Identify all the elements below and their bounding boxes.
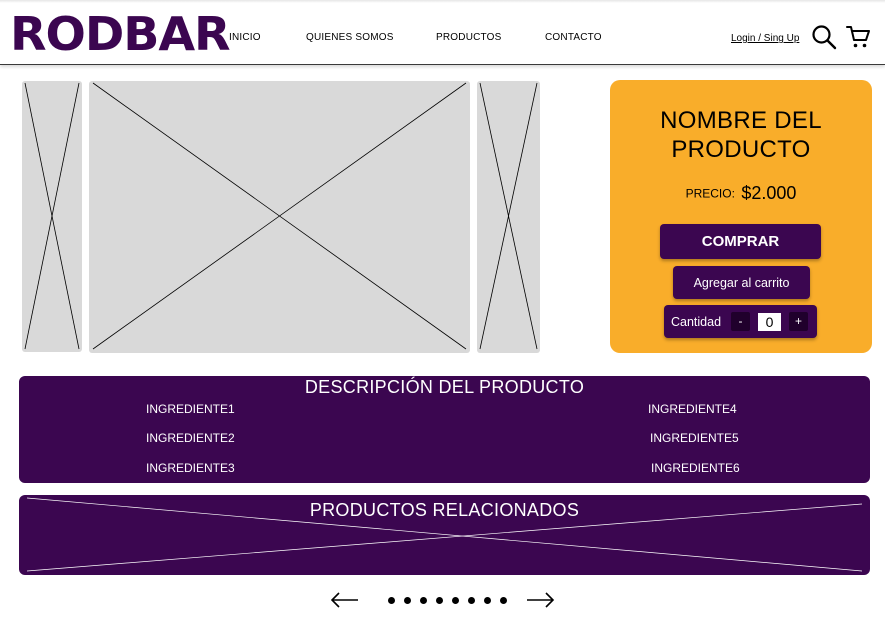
pagination-dots — [388, 597, 516, 605]
arrow-right-icon[interactable] — [525, 590, 555, 610]
pagination-dot[interactable] — [420, 597, 427, 604]
nav-productos[interactable]: PRODUCTOS — [436, 32, 502, 43]
quantity-label: Cantidad — [671, 315, 722, 329]
ingredient-item: INGREDIENTE2 — [146, 431, 235, 445]
header-top-shadow — [0, 0, 885, 3]
ingredient-item: INGREDIENTE6 — [651, 461, 740, 475]
quantity-stepper: Cantidad - + — [664, 305, 817, 338]
add-to-cart-button[interactable]: Agregar al carrito — [673, 266, 810, 299]
thumbnail-image-right[interactable] — [477, 81, 540, 353]
nav-inicio[interactable]: INICIO — [229, 32, 261, 43]
price-row: PRECIO: $2.000 — [610, 183, 872, 204]
related-products-title: PRODUCTOS RELACIONADOS — [309, 500, 580, 520]
price-value: $2.000 — [741, 183, 797, 203]
quantity-increment-button[interactable]: + — [789, 312, 808, 331]
search-icon[interactable] — [811, 24, 837, 50]
thumbnail-image-left[interactable] — [22, 81, 82, 352]
pagination-dot[interactable] — [452, 597, 459, 604]
pagination-dot[interactable] — [388, 597, 395, 604]
description-title: DESCRIPCIÓN DEL PRODUCTO — [304, 377, 585, 397]
product-name-line1: NOMBRE DEL — [660, 107, 822, 134]
site-header: RODBAR INICIO QUIENES SOMOS PRODUCTOS CO… — [0, 0, 885, 65]
product-info-panel: NOMBRE DEL PRODUCTO PRECIO: $2.000 COMPR… — [610, 80, 872, 353]
nav-contacto[interactable]: CONTACTO — [545, 32, 602, 43]
price-label: PRECIO: — [685, 186, 735, 201]
product-name-line2: PRODUCTO — [671, 136, 811, 163]
pagination-dot[interactable] — [468, 597, 475, 604]
nav-quienes-somos[interactable]: QUIENES SOMOS — [306, 32, 394, 43]
related-products-section[interactable]: PRODUCTOS RELACIONADOS — [19, 495, 870, 575]
product-description-section: DESCRIPCIÓN DEL PRODUCTO INGREDIENTE1 IN… — [19, 376, 870, 483]
pagination-dot[interactable] — [484, 597, 491, 604]
login-signup-link[interactable]: Login / Sing Up — [731, 33, 799, 44]
product-name: NOMBRE DEL PRODUCTO — [610, 106, 872, 164]
arrow-left-icon[interactable] — [330, 590, 360, 610]
quantity-input[interactable] — [758, 313, 781, 331]
ingredient-item: INGREDIENTE5 — [650, 431, 739, 445]
quantity-decrement-button[interactable]: - — [731, 312, 750, 331]
rodbar-logo[interactable]: RODBAR — [10, 6, 231, 65]
main-product-image[interactable] — [89, 81, 470, 353]
buy-button[interactable]: COMPRAR — [660, 224, 821, 259]
pagination-dot[interactable] — [436, 597, 443, 604]
pagination-dot[interactable] — [500, 597, 507, 604]
pagination-dot[interactable] — [404, 597, 411, 604]
ingredient-item: INGREDIENTE1 — [146, 402, 235, 416]
cart-icon[interactable] — [845, 24, 871, 50]
ingredient-item: INGREDIENTE4 — [648, 402, 737, 416]
ingredient-item: INGREDIENTE3 — [146, 461, 235, 475]
